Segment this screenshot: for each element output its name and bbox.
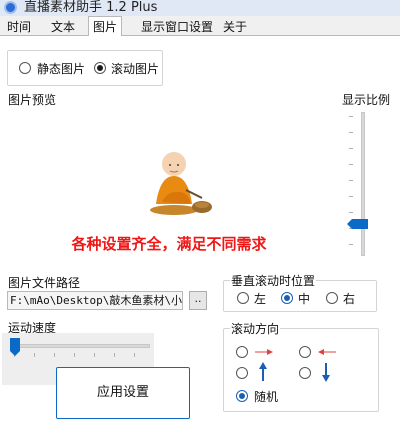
static-image-label[interactable]: 静态图片 (37, 60, 85, 77)
direction-right-radio[interactable] (236, 346, 248, 358)
scale-tick (349, 244, 353, 245)
scale-tick (349, 164, 353, 165)
scale-tick (349, 148, 353, 149)
scroll-image-radio[interactable] (94, 62, 106, 74)
scale-tick (349, 116, 353, 117)
scale-tick (349, 212, 353, 213)
position-right-radio[interactable] (326, 292, 338, 304)
scale-tick (349, 132, 353, 133)
tab-text[interactable]: 文本 (46, 18, 80, 36)
position-left-radio[interactable] (237, 292, 249, 304)
arrow-left-icon (318, 349, 336, 355)
scale-label: 显示比例 (342, 93, 391, 107)
vertical-position-label: 垂直滚动时位置 (230, 272, 317, 289)
speed-tick (134, 353, 135, 357)
app-icon (4, 1, 17, 14)
tab-image[interactable]: 图片 (88, 16, 123, 37)
scale-tick (349, 180, 353, 181)
speed-tick (54, 353, 55, 357)
position-right-label[interactable]: 右 (343, 290, 355, 307)
direction-random-radio[interactable] (236, 390, 248, 402)
speed-tick (114, 353, 115, 357)
position-center-radio[interactable] (281, 292, 293, 304)
preview-label: 图片预览 (8, 93, 57, 107)
tab-time[interactable]: 时间 (2, 18, 36, 36)
scroll-image-label[interactable]: 滚动图片 (111, 60, 159, 77)
browse-button[interactable]: .. (189, 291, 207, 310)
speed-slider-thumb[interactable] (10, 338, 20, 356)
speed-slider-track[interactable] (12, 344, 150, 348)
direction-random-label[interactable]: 随机 (254, 388, 278, 405)
title-bar: 直播素材助手 1.2 Plus (0, 0, 400, 16)
scale-tick (349, 196, 353, 197)
tab-display-window-settings[interactable]: 显示窗口设置 (136, 18, 218, 36)
speed-tick (74, 353, 75, 357)
file-path-label: 图片文件路径 (8, 276, 81, 290)
scale-slider-thumb[interactable] (347, 219, 368, 229)
tab-about[interactable]: 关于 (218, 18, 252, 36)
static-image-radio[interactable] (19, 62, 31, 74)
scroll-direction-label: 滚动方向 (230, 320, 281, 337)
feature-banner: 各种设置齐全，满足不同需求 (71, 235, 267, 253)
position-left-label[interactable]: 左 (254, 290, 266, 307)
arrow-down-icon (322, 363, 330, 382)
speed-tick (94, 353, 95, 357)
monk-preview-image (150, 152, 212, 215)
window-title: 直播素材助手 1.2 Plus (24, 0, 158, 15)
direction-up-radio[interactable] (236, 367, 248, 379)
position-center-label[interactable]: 中 (298, 290, 310, 307)
file-path-field[interactable]: F:\mAo\Desktop\敲木鱼素材\小 (7, 291, 183, 310)
arrow-up-icon (259, 362, 267, 381)
direction-down-radio[interactable] (299, 367, 311, 379)
scale-slider-track[interactable] (361, 112, 365, 256)
direction-left-radio[interactable] (299, 346, 311, 358)
arrow-right-icon (255, 349, 273, 355)
tab-bar: 时间 文本 图片 显示窗口设置 关于 (0, 16, 400, 37)
speed-tick (34, 353, 35, 357)
apply-settings-button[interactable]: 应用设置 (56, 367, 190, 419)
